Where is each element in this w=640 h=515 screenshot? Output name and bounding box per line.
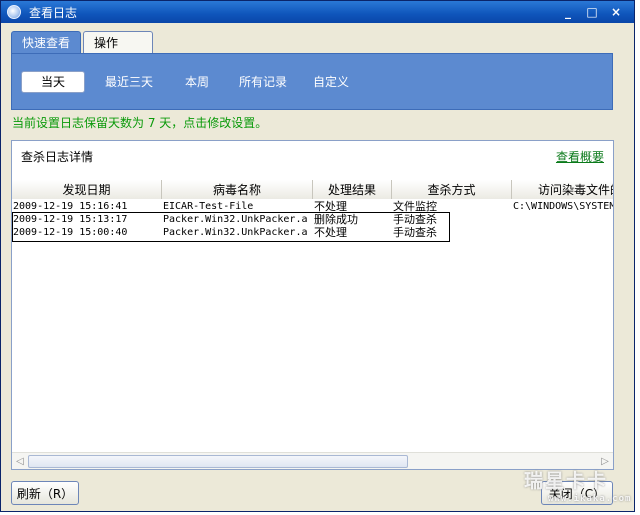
cell-virus-name: Packer.Win32.UnkPacker.a	[163, 227, 308, 238]
table-row[interactable]: 2009-12-19 15:16:41 EICAR-Test-File 不处理 …	[12, 200, 613, 213]
date-filter-bar: 当天 最近三天 本周 所有记录 自定义	[11, 53, 613, 110]
tab-strip: 快速查看 操作	[11, 31, 155, 53]
filter-last-three-days[interactable]: 最近三天	[99, 71, 159, 93]
scan-log-panel: 查杀日志详情 查看概要 发现日期 病毒名称 处理结果 查杀方式 访问染毒文件的 …	[11, 140, 614, 470]
cell-accessing-process	[512, 226, 613, 239]
column-header-accessing-process[interactable]: 访问染毒文件的	[512, 180, 613, 199]
refresh-button[interactable]: 刷新（R）	[11, 481, 79, 505]
scroll-right-arrow-icon[interactable]: ▷	[599, 455, 611, 467]
cell-accessing-process	[512, 213, 613, 226]
log-viewer-window: 查看日志 _ □ × 快速查看 操作 当天 最近三天 本周 所有记录 自定义 当…	[0, 0, 635, 512]
cell-result: 不处理	[314, 200, 347, 213]
column-header-result[interactable]: 处理结果	[313, 180, 392, 199]
cell-scan-method: 手动查杀	[393, 213, 437, 226]
cell-virus-name: EICAR-Test-File	[163, 201, 254, 212]
filter-this-week[interactable]: 本周	[177, 71, 217, 93]
table-row[interactable]: 2009-12-19 15:00:40 Packer.Win32.UnkPack…	[12, 226, 613, 239]
minimize-button[interactable]: _	[560, 4, 576, 20]
tab-operations[interactable]: 操作	[83, 31, 154, 53]
cell-date: 2009-12-19 15:16:41	[13, 201, 128, 212]
column-header-date[interactable]: 发现日期	[12, 180, 162, 199]
panel-title: 查杀日志详情	[21, 150, 94, 164]
cell-date: 2009-12-19 15:13:17	[13, 214, 128, 225]
window-title: 查看日志	[29, 5, 78, 20]
close-button[interactable]: 关闭（C）	[541, 481, 613, 505]
close-window-button[interactable]: ×	[608, 4, 624, 20]
maximize-button[interactable]: □	[584, 4, 600, 20]
cell-result: 不处理	[314, 226, 347, 239]
cell-date: 2009-12-19 15:00:40	[13, 227, 128, 238]
title-bar[interactable]: 查看日志 _ □ ×	[1, 1, 634, 23]
cell-accessing-process: C:\WINDOWS\SYSTEM	[513, 201, 613, 212]
filter-custom[interactable]: 自定义	[307, 71, 355, 93]
filter-today[interactable]: 当天	[21, 70, 85, 93]
table-row[interactable]: 2009-12-19 15:13:17 Packer.Win32.UnkPack…	[12, 213, 613, 226]
table-header: 发现日期 病毒名称 处理结果 查杀方式 访问染毒文件的	[12, 180, 613, 199]
cell-scan-method: 手动查杀	[393, 226, 437, 239]
retention-settings-link[interactable]: 当前设置日志保留天数为 7 天，点击修改设置。	[12, 114, 267, 131]
rising-logo-icon	[7, 5, 21, 19]
scroll-left-arrow-icon[interactable]: ◁	[14, 455, 26, 467]
cell-scan-method: 文件监控	[393, 200, 437, 213]
cell-virus-name: Packer.Win32.UnkPacker.a	[163, 214, 308, 225]
filter-all-records[interactable]: 所有记录	[233, 71, 293, 93]
column-header-scan-method[interactable]: 查杀方式	[392, 180, 512, 199]
scrollbar-thumb[interactable]	[28, 455, 408, 468]
column-header-virus-name[interactable]: 病毒名称	[162, 180, 313, 199]
horizontal-scrollbar[interactable]: ◁ ▷	[12, 452, 613, 469]
view-summary-link[interactable]: 查看概要	[556, 148, 604, 165]
cell-result: 删除成功	[314, 213, 358, 226]
tab-quick-view[interactable]: 快速查看	[11, 31, 82, 53]
log-table: 发现日期 病毒名称 处理结果 查杀方式 访问染毒文件的 2009-12-19 1…	[12, 180, 613, 452]
